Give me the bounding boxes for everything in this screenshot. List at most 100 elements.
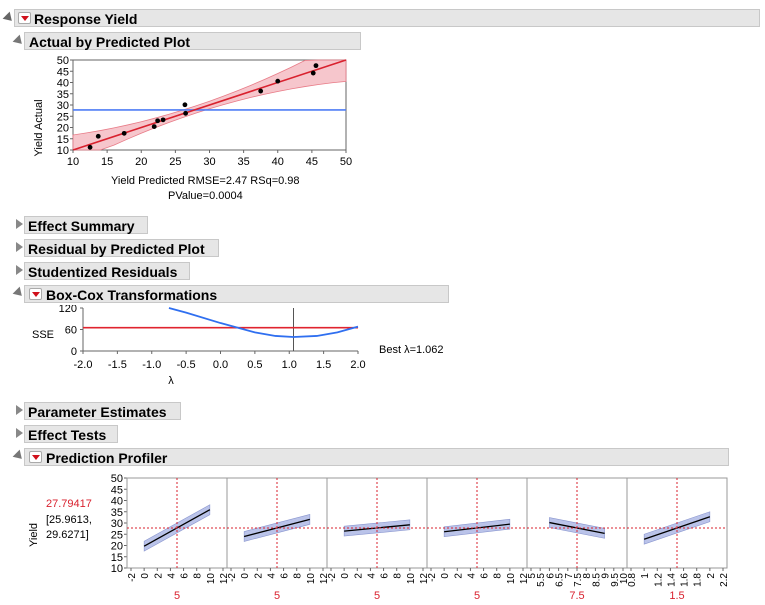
stats-line-2: PValue=0.0004 — [168, 190, 243, 202]
x-tick-label: 0 — [340, 573, 351, 579]
red-triangle-menu-icon[interactable] — [29, 288, 42, 300]
y-tick-label: 60 — [65, 325, 77, 337]
x-tick-label: 0 — [140, 573, 151, 579]
actual-by-predicted-title: Actual by Predicted Plot — [29, 34, 191, 50]
current-setting-label: 5 — [274, 590, 280, 602]
x-tick-label: 0.8 — [627, 573, 638, 587]
y-tick-label: 45 — [57, 66, 69, 78]
residual-by-predicted-title: Residual by Predicted Plot — [28, 241, 205, 257]
x-tick-label: 4 — [266, 573, 277, 579]
x-tick-label: -2 — [127, 573, 138, 582]
lambda-axis-label: λ — [168, 375, 174, 387]
data-point — [313, 63, 319, 69]
x-tick-label: 2.0 — [350, 359, 365, 371]
x-tick-label: 0 — [440, 573, 451, 579]
x-tick-label: 30 — [203, 156, 215, 168]
data-point — [155, 118, 161, 124]
data-point — [310, 70, 316, 76]
y-tick-label: 35 — [111, 507, 123, 519]
disclosure-toggle-studentized-residuals[interactable] — [16, 265, 23, 275]
data-point — [87, 144, 93, 150]
x-tick-label: 4 — [166, 573, 177, 579]
data-point — [183, 110, 189, 116]
predicted-value: 27.79417 — [46, 498, 92, 510]
box-cox-chart[interactable]: SSE 0 60 120 -2.0 -1.5 -1.0 -0.5 0.0 0.5 1.0 1.5 2.… — [28, 305, 378, 390]
red-triangle-menu-icon[interactable] — [29, 451, 42, 463]
data-point — [151, 124, 157, 129]
svg-text:Yield: Yield — [28, 523, 40, 547]
red-triangle-menu-icon[interactable] — [18, 12, 31, 24]
x-tick-label: 2 — [706, 573, 717, 579]
x-tick-label: 10 — [206, 573, 217, 585]
y-axis-label: Yield Actual — [33, 99, 45, 156]
x-tick-label: 50 — [340, 156, 352, 168]
x-tick-label: 2 — [453, 573, 464, 579]
current-setting-label: 7.5 — [569, 590, 584, 602]
x-tick-label: -2.0 — [74, 359, 93, 371]
disclosure-toggle-parameter-estimates[interactable] — [16, 405, 23, 415]
sse-curve — [168, 307, 359, 338]
x-tick-label: 2 — [253, 573, 264, 579]
studentized-residuals-title: Studentized Residuals — [28, 264, 178, 280]
y-tick-label: 0 — [71, 346, 77, 358]
x-tick-label: 2 — [153, 573, 164, 579]
prediction-profiler-title: Prediction Profiler — [46, 450, 168, 466]
x-tick-label: -2 — [427, 573, 438, 582]
y-tick-label: 120 — [59, 305, 77, 315]
current-setting-label: 5 — [474, 590, 480, 602]
actual-by-predicted-chart[interactable]: Yield Actual 10152025303540455010 15 20 25 3… — [30, 54, 360, 184]
data-point — [275, 78, 281, 84]
actual-by-predicted-header: Actual by Predicted Plot — [24, 32, 361, 50]
x-tick-label: -2 — [327, 573, 338, 582]
disclosure-toggle-residual-by-predicted[interactable] — [16, 242, 23, 252]
x-tick-label: -1.5 — [108, 359, 127, 371]
confidence-interval-low: [25.9613, — [46, 514, 92, 526]
x-tick-label: 45 — [306, 156, 318, 168]
effect-summary-header[interactable]: Effect Summary — [24, 216, 148, 234]
y-tick-label: 25 — [57, 111, 69, 123]
y-tick-label: 15 — [111, 552, 123, 564]
residual-by-predicted-header[interactable]: Residual by Predicted Plot — [24, 239, 219, 257]
x-tick-label: 6 — [180, 573, 191, 579]
x-tick-label: 8 — [193, 573, 204, 579]
current-setting-label: 1.5 — [669, 590, 684, 602]
x-tick-label: 2 — [353, 573, 364, 579]
effect-tests-header[interactable]: Effect Tests — [24, 425, 118, 443]
data-point — [121, 130, 127, 136]
y-tick-label: 20 — [111, 541, 123, 553]
x-tick-label: 0.5 — [247, 359, 262, 371]
y-tick-label: 50 — [57, 55, 69, 67]
x-tick-label: 4 — [466, 573, 477, 579]
y-tick-label: 40 — [57, 78, 69, 90]
disclosure-toggle-effect-tests[interactable] — [16, 428, 23, 438]
x-tick-label: 1.2 — [653, 573, 664, 587]
x-tick-label: 10 — [406, 573, 417, 585]
y-tick-label: 35 — [57, 89, 69, 101]
y-tick-label: 30 — [111, 518, 123, 530]
x-tick-label: 10 — [506, 573, 517, 585]
x-tick-label: 1.5 — [316, 359, 331, 371]
x-tick-label: 1.4 — [666, 573, 677, 587]
x-tick-label: 15 — [101, 156, 113, 168]
current-setting-label: 5 — [374, 590, 380, 602]
parameter-estimates-header[interactable]: Parameter Estimates — [24, 402, 181, 420]
studentized-residuals-header[interactable]: Studentized Residuals — [24, 262, 190, 280]
prediction-profiler-chart[interactable]: 101520253035404550-2 0 2 4 6 8 10 125-2 0 2 4 6 8 10 1… — [100, 470, 760, 605]
current-setting-label: 5 — [174, 590, 180, 602]
disclosure-toggle-effect-summary[interactable] — [16, 219, 23, 229]
data-point — [95, 133, 101, 139]
report-title: Response Yield — [34, 11, 138, 27]
x-tick-label: 1 — [640, 573, 651, 579]
effect-tests-title: Effect Tests — [28, 427, 107, 443]
data-point — [182, 102, 188, 108]
x-tick-label: 6 — [380, 573, 391, 579]
x-tick-label: -1.0 — [142, 359, 161, 371]
y-tick-label: 15 — [57, 134, 69, 146]
x-tick-label: -2 — [227, 573, 238, 582]
effect-summary-title: Effect Summary — [28, 218, 135, 234]
x-tick-label: 8 — [493, 573, 504, 579]
x-tick-label: 25 — [169, 156, 181, 168]
box-cox-header: Box-Cox Transformations — [24, 285, 449, 303]
data-point — [258, 88, 264, 94]
y-tick-label: 50 — [111, 473, 123, 485]
